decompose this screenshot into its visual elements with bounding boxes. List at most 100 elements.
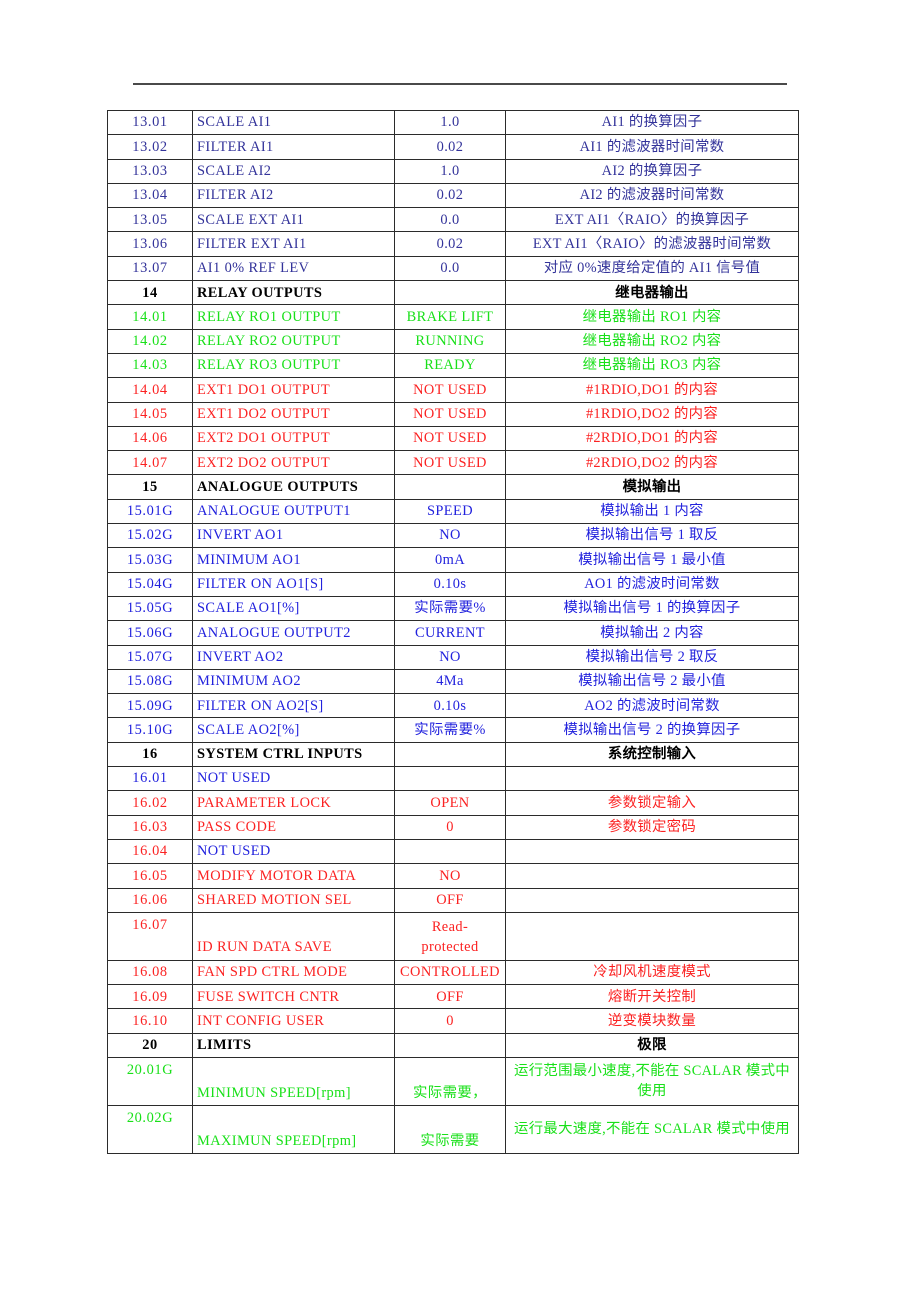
parameter-id-cell: 15.09G: [107, 693, 193, 719]
table-row: 14.03 RELAY RO3 OUTPUT READY 继电器输出 RO3 内容: [107, 352, 799, 379]
parameter-table: 13.01 SCALE AI1 1.0 AI1 的换算因子 13.02 FILTER AI…: [107, 109, 799, 1154]
parameter-name-cell: ID RUN DATA SAVE: [192, 911, 395, 961]
parameter-id-cell: 14.06: [107, 425, 193, 452]
table-row: 14.04 EXT1 DO1 OUTPUT NOT USED #1RDIO,DO1 的…: [107, 377, 799, 403]
table-section-row: 20 LIMITS 极限: [107, 1032, 799, 1058]
parameter-description-cell: 继电器输出 RO2 内容: [505, 328, 799, 354]
parameter-description-cell: 运行最大速度,不能在 SCALAR 模式中使用: [505, 1104, 799, 1154]
parameter-id-cell: 15.01G: [107, 498, 193, 525]
parameter-description-cell: 参数锁定密码: [505, 814, 799, 840]
parameter-value-cell: RUNNING: [394, 328, 506, 354]
parameter-name-cell: FILTER ON AO1[S]: [192, 571, 395, 597]
parameter-value-cell: 1.0: [394, 109, 506, 136]
parameter-id-cell: 16.04: [107, 838, 193, 865]
parameter-id-cell: 16.02: [107, 790, 193, 816]
parameter-value-cell: 实际需要%: [394, 595, 506, 622]
parameter-id-cell: 14.01: [107, 304, 193, 330]
parameter-value-cell: 0.10s: [394, 571, 506, 597]
parameter-name-cell: ANALOGUE OUTPUTS: [192, 474, 395, 500]
parameter-name-cell: RELAY RO1 OUTPUT: [192, 304, 395, 330]
parameter-description-cell: [505, 863, 799, 889]
table-row: 20.02G MAXIMUN SPEED[rpm] 实际需要 运行最大速度,不能在 S…: [107, 1104, 799, 1154]
table-row: 16.02 PARAMETER LOCK OPEN 参数锁定输入: [107, 790, 799, 816]
parameter-id-cell: 16.10: [107, 1008, 193, 1034]
parameter-value-cell: [394, 1032, 506, 1058]
parameter-description-cell: AO2 的滤波时间常数: [505, 693, 799, 719]
table-row: 15.03G MINIMUM AO1 0mA 模拟输出信号 1 最小值: [107, 547, 799, 573]
parameter-id-cell: 16.01: [107, 766, 193, 792]
table-row: 16.07 ID RUN DATA SAVE Read-protected: [107, 911, 799, 961]
parameter-name-cell: LIMITS: [192, 1032, 395, 1058]
parameter-table-body: 13.01 SCALE AI1 1.0 AI1 的换算因子 13.02 FILTER AI…: [107, 109, 799, 1154]
parameter-name-cell: RELAY RO2 OUTPUT: [192, 328, 395, 354]
parameter-id-cell: 13.02: [107, 134, 193, 160]
table-row: 16.09 FUSE SWITCH CNTR OFF 熔断开关控制: [107, 984, 799, 1010]
parameter-description-cell: [505, 838, 799, 865]
parameter-value-cell: SPEED: [394, 498, 506, 525]
table-row: 15.10G SCALE AO2[%] 实际需要% 模拟输出信号 2 的换算因子: [107, 717, 799, 743]
parameter-description-cell: 逆变模块数量: [505, 1008, 799, 1034]
parameter-value-cell: BRAKE LIFT: [394, 304, 506, 330]
table-row: 15.02G INVERT AO1 NO 模拟输出信号 1 取反: [107, 523, 799, 549]
table-row: 16.10 INT CONFIG USER 0 逆变模块数量: [107, 1008, 799, 1034]
parameter-name-cell: NOT USED: [192, 766, 395, 792]
parameter-description-cell: AI1 的滤波器时间常数: [505, 134, 799, 160]
parameter-id-cell: 16.09: [107, 984, 193, 1010]
table-row: 13.01 SCALE AI1 1.0 AI1 的换算因子: [107, 109, 799, 136]
parameter-name-cell: FAN SPD CTRL MODE: [192, 959, 395, 986]
table-row: 15.05G SCALE AO1[%] 实际需要% 模拟输出信号 1 的换算因子: [107, 595, 799, 622]
parameter-description-cell: [505, 887, 799, 913]
parameter-name-cell: SCALE AO1[%]: [192, 595, 395, 622]
table-row: 20.01G MINIMUN SPEED[rpm] 实际需要， 运行范围最小速度,不能…: [107, 1056, 799, 1106]
parameter-id-cell: 16.05: [107, 863, 193, 889]
table-row: 14.01 RELAY RO1 OUTPUT BRAKE LIFT 继电器输出 RO1…: [107, 304, 799, 330]
parameter-name-cell: PARAMETER LOCK: [192, 790, 395, 816]
parameter-name-cell: MINIMUM AO1: [192, 547, 395, 573]
parameter-value-cell: [394, 474, 506, 500]
parameter-value-cell: OFF: [394, 984, 506, 1010]
parameter-name-cell: FILTER ON AO2[S]: [192, 693, 395, 719]
table-row: 16.03 PASS CODE 0 参数锁定密码: [107, 814, 799, 840]
table-row: 13.04 FILTER AI2 0.02 AI2 的滤波器时间常数: [107, 182, 799, 209]
parameter-description-cell: AO1 的滤波时间常数: [505, 571, 799, 597]
table-row: 15.01G ANALOGUE OUTPUT1 SPEED 模拟输出 1 内容: [107, 498, 799, 525]
parameter-value-cell: Read-protected: [394, 911, 506, 961]
parameter-id-cell: 16.07: [107, 911, 193, 961]
parameter-description-cell: 模拟输出信号 2 最小值: [505, 668, 799, 695]
parameter-value-cell: OFF: [394, 887, 506, 913]
parameter-id-cell: 15.10G: [107, 717, 193, 743]
parameter-name-cell: MODIFY MOTOR DATA: [192, 863, 395, 889]
parameter-description-cell: 继电器输出 RO3 内容: [505, 352, 799, 379]
table-row: 13.07 AI1 0% REF LEV 0.0 对应 0%速度给定值的 AI1 信号…: [107, 255, 799, 282]
parameter-id-cell: 16: [107, 741, 193, 768]
parameter-value-cell: [394, 838, 506, 865]
parameter-description-cell: EXT AI1〈RAIO〉的滤波器时间常数: [505, 231, 799, 257]
parameter-id-cell: 20.02G: [107, 1104, 193, 1154]
parameter-description-cell: 冷却风机速度模式: [505, 959, 799, 986]
parameter-id-cell: 16.03: [107, 814, 193, 840]
parameter-name-cell: INVERT AO1: [192, 523, 395, 549]
parameter-name-cell: EXT1 DO1 OUTPUT: [192, 377, 395, 403]
parameter-value-cell: NO: [394, 523, 506, 549]
parameter-id-cell: 16.08: [107, 959, 193, 986]
parameter-value-cell: 0.0: [394, 207, 506, 233]
parameter-description-cell: 对应 0%速度给定值的 AI1 信号值: [505, 255, 799, 282]
header-horizontal-rule: [133, 83, 787, 85]
parameter-id-cell: 14.03: [107, 352, 193, 379]
parameter-description-cell: 继电器输出 RO1 内容: [505, 304, 799, 330]
parameter-id-cell: 13.07: [107, 255, 193, 282]
parameter-description-cell: 模拟输出信号 1 取反: [505, 523, 799, 549]
table-row: 16.01 NOT USED: [107, 766, 799, 792]
table-row: 14.07 EXT2 DO2 OUTPUT NOT USED #2RDIO,DO2 的…: [107, 450, 799, 476]
parameter-id-cell: 14.02: [107, 328, 193, 354]
parameter-name-cell: INVERT AO2: [192, 644, 395, 670]
parameter-id-cell: 14.07: [107, 450, 193, 476]
parameter-value-cell: 实际需要: [394, 1104, 506, 1154]
parameter-name-cell: AI1 0% REF LEV: [192, 255, 395, 282]
parameter-id-cell: 13.03: [107, 158, 193, 184]
parameter-value-cell: 0.02: [394, 182, 506, 209]
parameter-name-cell: RELAY RO3 OUTPUT: [192, 352, 395, 379]
parameter-description-cell: #2RDIO,DO2 的内容: [505, 450, 799, 476]
parameter-name-cell: ANALOGUE OUTPUT1: [192, 498, 395, 525]
parameter-value-cell: [394, 766, 506, 792]
